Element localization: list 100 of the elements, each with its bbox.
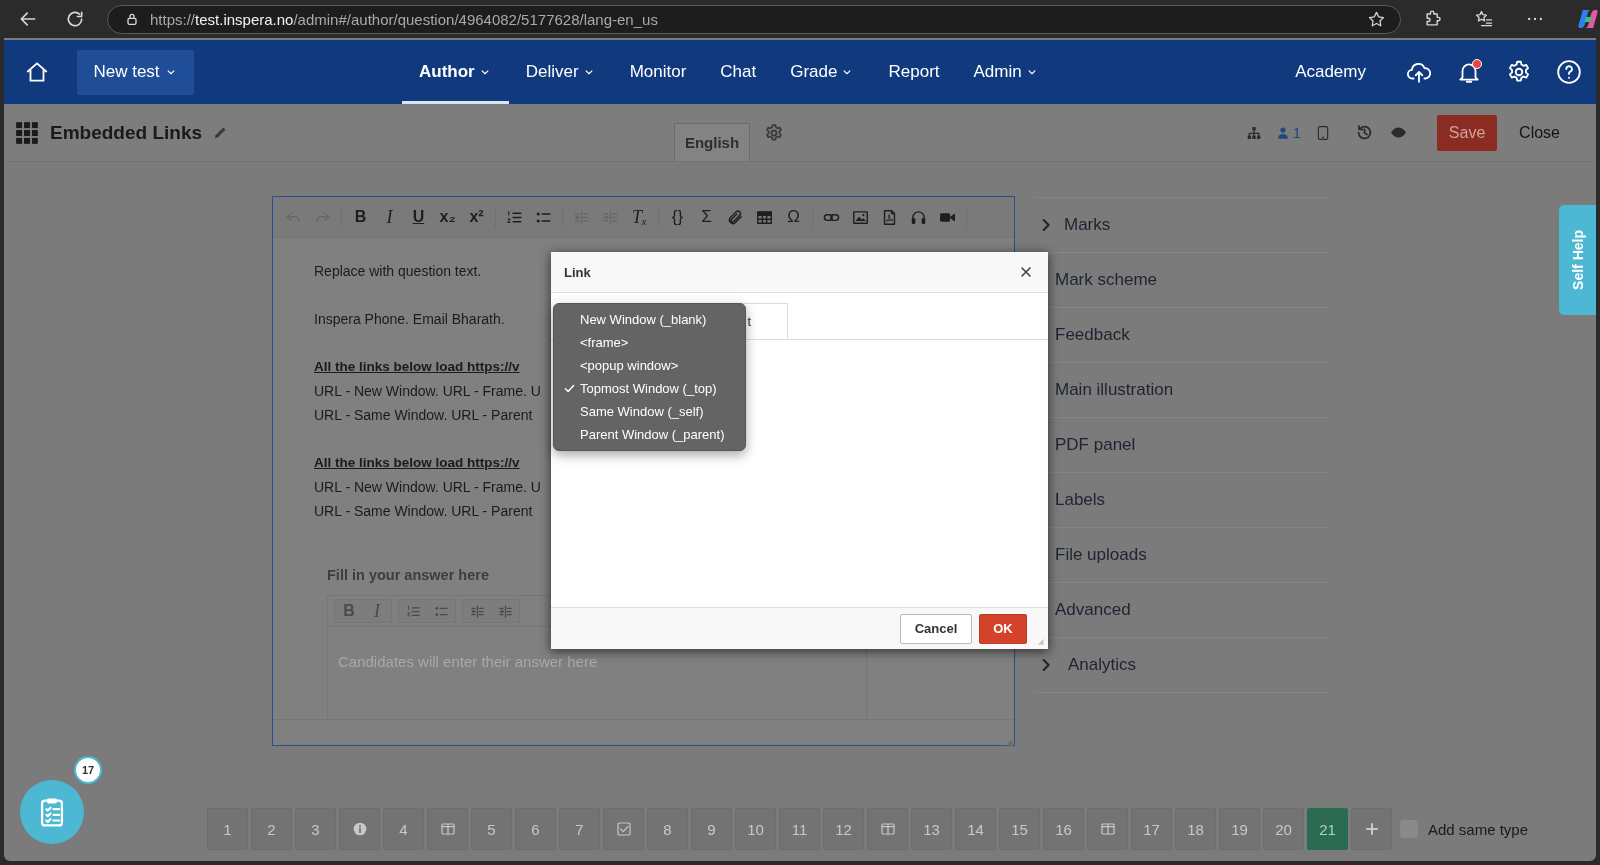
- image-icon[interactable]: [852, 208, 869, 226]
- question-tab[interactable]: 10: [735, 808, 776, 850]
- add-question-button[interactable]: [1351, 808, 1392, 850]
- question-tab[interactable]: 12: [823, 808, 864, 850]
- user-icon: [1275, 125, 1290, 140]
- question-tab[interactable]: 11: [779, 808, 820, 850]
- columns-icon: [1099, 821, 1116, 837]
- settings-icon[interactable]: [1506, 59, 1532, 85]
- close-icon[interactable]: [1018, 264, 1034, 280]
- indent-icon[interactable]: [497, 603, 513, 619]
- format-button[interactable]: Tₓ: [625, 203, 654, 231]
- paragraph-text: URL - New Window. URL - Frame. U: [314, 478, 541, 497]
- grid-icon[interactable]: [14, 119, 40, 146]
- address-bar[interactable]: https://test.inspera.no/admin#/author/question/4964082/5177628/lang-en_us: [107, 4, 1401, 34]
- question-tab[interactable]: 2: [251, 808, 292, 850]
- question-tab[interactable]: 13: [911, 808, 952, 850]
- menu-item[interactable]: Same Window (_self): [554, 400, 745, 423]
- question-tab[interactable]: 3: [295, 808, 336, 850]
- self-help-tab[interactable]: Self Help: [1559, 205, 1596, 315]
- paragraph-text: Replace with question text.: [314, 262, 482, 281]
- plus-icon: [1363, 821, 1380, 837]
- question-tab[interactable]: 1: [207, 808, 248, 850]
- language-tab[interactable]: English: [674, 123, 750, 161]
- paragraph-text: URL - Same Window. URL - Parent: [314, 502, 533, 521]
- question-tab[interactable]: 19: [1219, 808, 1260, 850]
- format-button[interactable]: x²: [462, 203, 491, 231]
- columns-icon: [879, 821, 896, 837]
- question-tab[interactable]: [1087, 808, 1128, 850]
- target-dropdown-menu[interactable]: New Window (_blank) <frame> <popup window> Topmost Window (_top) Same Window (_self) Parent Window (_parent): [553, 303, 746, 451]
- info-icon: [351, 821, 368, 837]
- paragraph-text: URL - Same Window. URL - Parent: [314, 406, 533, 425]
- assistant-logo-icon[interactable]: [1576, 7, 1600, 31]
- nav-tab[interactable]: Grade: [773, 40, 872, 104]
- heading-text: All the links below load https://v: [314, 358, 520, 376]
- academy-link[interactable]: Academy: [1295, 62, 1366, 82]
- menu-item[interactable]: <popup window>: [554, 354, 745, 377]
- outdent-icon[interactable]: [469, 603, 485, 619]
- nav-tab[interactable]: Monitor: [612, 40, 704, 104]
- menu-item[interactable]: Parent Window (_parent): [554, 423, 745, 446]
- lock-icon: [124, 11, 140, 27]
- nav-tab[interactable]: Chat: [703, 40, 774, 104]
- numbered-list-icon[interactable]: [405, 603, 421, 619]
- nav-tab[interactable]: Report: [871, 40, 957, 104]
- hierarchy-icon[interactable]: [1245, 124, 1262, 141]
- headphones-icon[interactable]: [910, 208, 927, 226]
- question-tab[interactable]: 14: [955, 808, 996, 850]
- format-button[interactable]: B: [346, 203, 375, 231]
- save-button[interactable]: Save: [1437, 114, 1498, 151]
- answer-label: Fill in your answer here: [327, 566, 489, 585]
- question-tab[interactable]: 4: [383, 808, 424, 850]
- heading-text: All the links below load https://v: [314, 454, 520, 472]
- format-button[interactable]: x₂: [433, 203, 462, 231]
- question-tab[interactable]: 7: [559, 808, 600, 850]
- paragraph-text: Inspera Phone. Email Bharath.: [314, 310, 505, 329]
- table-icon[interactable]: [756, 208, 773, 226]
- menu-item[interactable]: New Window (_blank): [554, 308, 745, 331]
- cancel-button[interactable]: Cancel: [900, 613, 972, 644]
- question-tab[interactable]: [603, 808, 644, 850]
- question-tab[interactable]: [339, 808, 380, 850]
- favorites-icon[interactable]: [1474, 9, 1494, 29]
- question-tab[interactable]: 6: [515, 808, 556, 850]
- question-tab[interactable]: 5: [471, 808, 512, 850]
- menu-item[interactable]: Topmost Window (_top): [554, 377, 745, 400]
- question-tab[interactable]: 18: [1175, 808, 1216, 850]
- nav-tab[interactable]: Deliver: [508, 40, 613, 104]
- paperclip-icon[interactable]: [727, 208, 744, 226]
- columns-icon: [439, 821, 456, 837]
- new-test-button[interactable]: New test: [77, 49, 194, 95]
- numbered-list-icon[interactable]: [506, 208, 523, 226]
- question-tab[interactable]: [427, 808, 468, 850]
- checkbox-label: Add same type: [1428, 820, 1529, 838]
- format-button[interactable]: I: [375, 203, 404, 231]
- nav-tab[interactable]: Admin: [956, 40, 1056, 104]
- user-count: 1: [1292, 124, 1302, 141]
- question-tab[interactable]: 17: [1131, 808, 1172, 850]
- question-tab[interactable]: [867, 808, 908, 850]
- dialog-title: Link: [564, 264, 591, 280]
- ok-button[interactable]: OK: [979, 613, 1027, 644]
- extension-icon[interactable]: [1423, 9, 1443, 29]
- question-tab[interactable]: 21: [1307, 808, 1348, 850]
- help-icon[interactable]: [1556, 59, 1582, 85]
- format-button[interactable]: Σ: [692, 203, 721, 231]
- count-badge: 17: [74, 756, 102, 784]
- reload-icon[interactable]: [65, 9, 85, 29]
- format-button[interactable]: {}: [663, 203, 692, 231]
- menu-item[interactable]: <frame>: [554, 331, 745, 354]
- settings-section[interactable]: Marks: [1035, 197, 1330, 252]
- pdf-icon[interactable]: [881, 208, 898, 226]
- close-link[interactable]: Close: [1519, 123, 1560, 142]
- format-button[interactable]: U: [404, 203, 433, 231]
- question-tab[interactable]: 8: [647, 808, 688, 850]
- question-tab[interactable]: 9: [691, 808, 732, 850]
- question-title: Embedded Links: [50, 121, 203, 144]
- checkbox-icon: [615, 821, 632, 837]
- back-icon[interactable]: [18, 9, 38, 29]
- format-button[interactable]: Ω: [779, 203, 808, 231]
- question-tab[interactable]: 16: [1043, 808, 1084, 850]
- star-icon[interactable]: [1367, 9, 1386, 29]
- question-tab[interactable]: 15: [999, 808, 1040, 850]
- question-tab[interactable]: 20: [1263, 808, 1304, 850]
